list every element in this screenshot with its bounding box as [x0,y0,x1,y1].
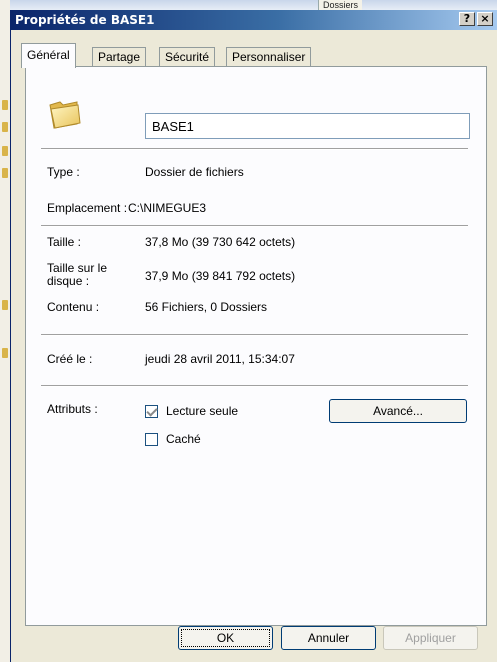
readonly-checkbox[interactable] [145,404,158,418]
dialog-title: Propriétés de BASE1 [15,13,155,27]
folder-icon [49,101,81,129]
close-button[interactable]: × [477,12,493,26]
cancel-button[interactable]: Annuler [281,626,376,650]
hidden-checkbox[interactable] [145,432,158,446]
tab-general[interactable]: Général [21,43,76,68]
desktop-item-icon[interactable] [2,122,8,132]
location-label: Emplacement : [47,201,128,215]
apply-button[interactable]: Appliquer [383,626,478,650]
separator [41,148,468,150]
attributes-label: Attributs : [47,402,98,416]
hidden-label: Caché [166,432,201,446]
properties-dialog: Propriétés de BASE1 ? × Général Partage … [10,10,497,662]
advanced-button[interactable]: Avancé... [329,399,467,423]
desktop-item-icon[interactable] [2,100,8,110]
type-value: Dossier de fichiers [145,165,244,179]
disk-size-label-line2: disque : [47,274,90,288]
tab-customize[interactable]: Personnaliser [226,47,312,67]
desktop-item-icon[interactable] [2,168,8,178]
separator [41,334,468,336]
help-button[interactable]: ? [459,12,475,26]
contents-value: 56 Fichiers, 0 Dossiers [145,300,268,314]
title-bar[interactable]: Propriétés de BASE1 ? × [11,10,497,30]
desktop-strip [0,0,10,662]
desktop-item-icon[interactable] [2,146,8,156]
desktop-item-icon[interactable] [2,348,8,358]
desktop-item-icon[interactable] [2,300,8,310]
ok-button[interactable]: OK [178,626,273,650]
tab-sharing[interactable]: Partage [92,47,147,67]
separator [41,225,468,227]
location-value: C:\NIMEGUE3 [128,201,207,215]
readonly-checkbox-row[interactable]: Lecture seule [145,403,238,419]
disk-size-label-line1: Taille sur le [47,261,108,275]
tab-security[interactable]: Sécurité [159,47,216,67]
created-label: Créé le : [47,352,93,366]
readonly-label: Lecture seule [166,404,239,418]
folder-name-input[interactable] [145,113,470,139]
disk-size-value: 37,9 Mo (39 841 792 octets) [145,269,296,283]
hidden-checkbox-row[interactable]: Caché [145,431,201,447]
created-value: jeudi 28 avril 2011, 15:34:07 [145,352,295,366]
size-label: Taille : [47,235,82,249]
contents-label: Contenu : [47,300,100,314]
background-caption: Dossiers [318,0,363,10]
general-panel [25,66,487,626]
size-value: 37,8 Mo (39 730 642 octets) [145,235,296,249]
separator [41,385,468,387]
type-label: Type : [47,165,80,179]
background-window-strip: Dossiers [0,0,497,10]
